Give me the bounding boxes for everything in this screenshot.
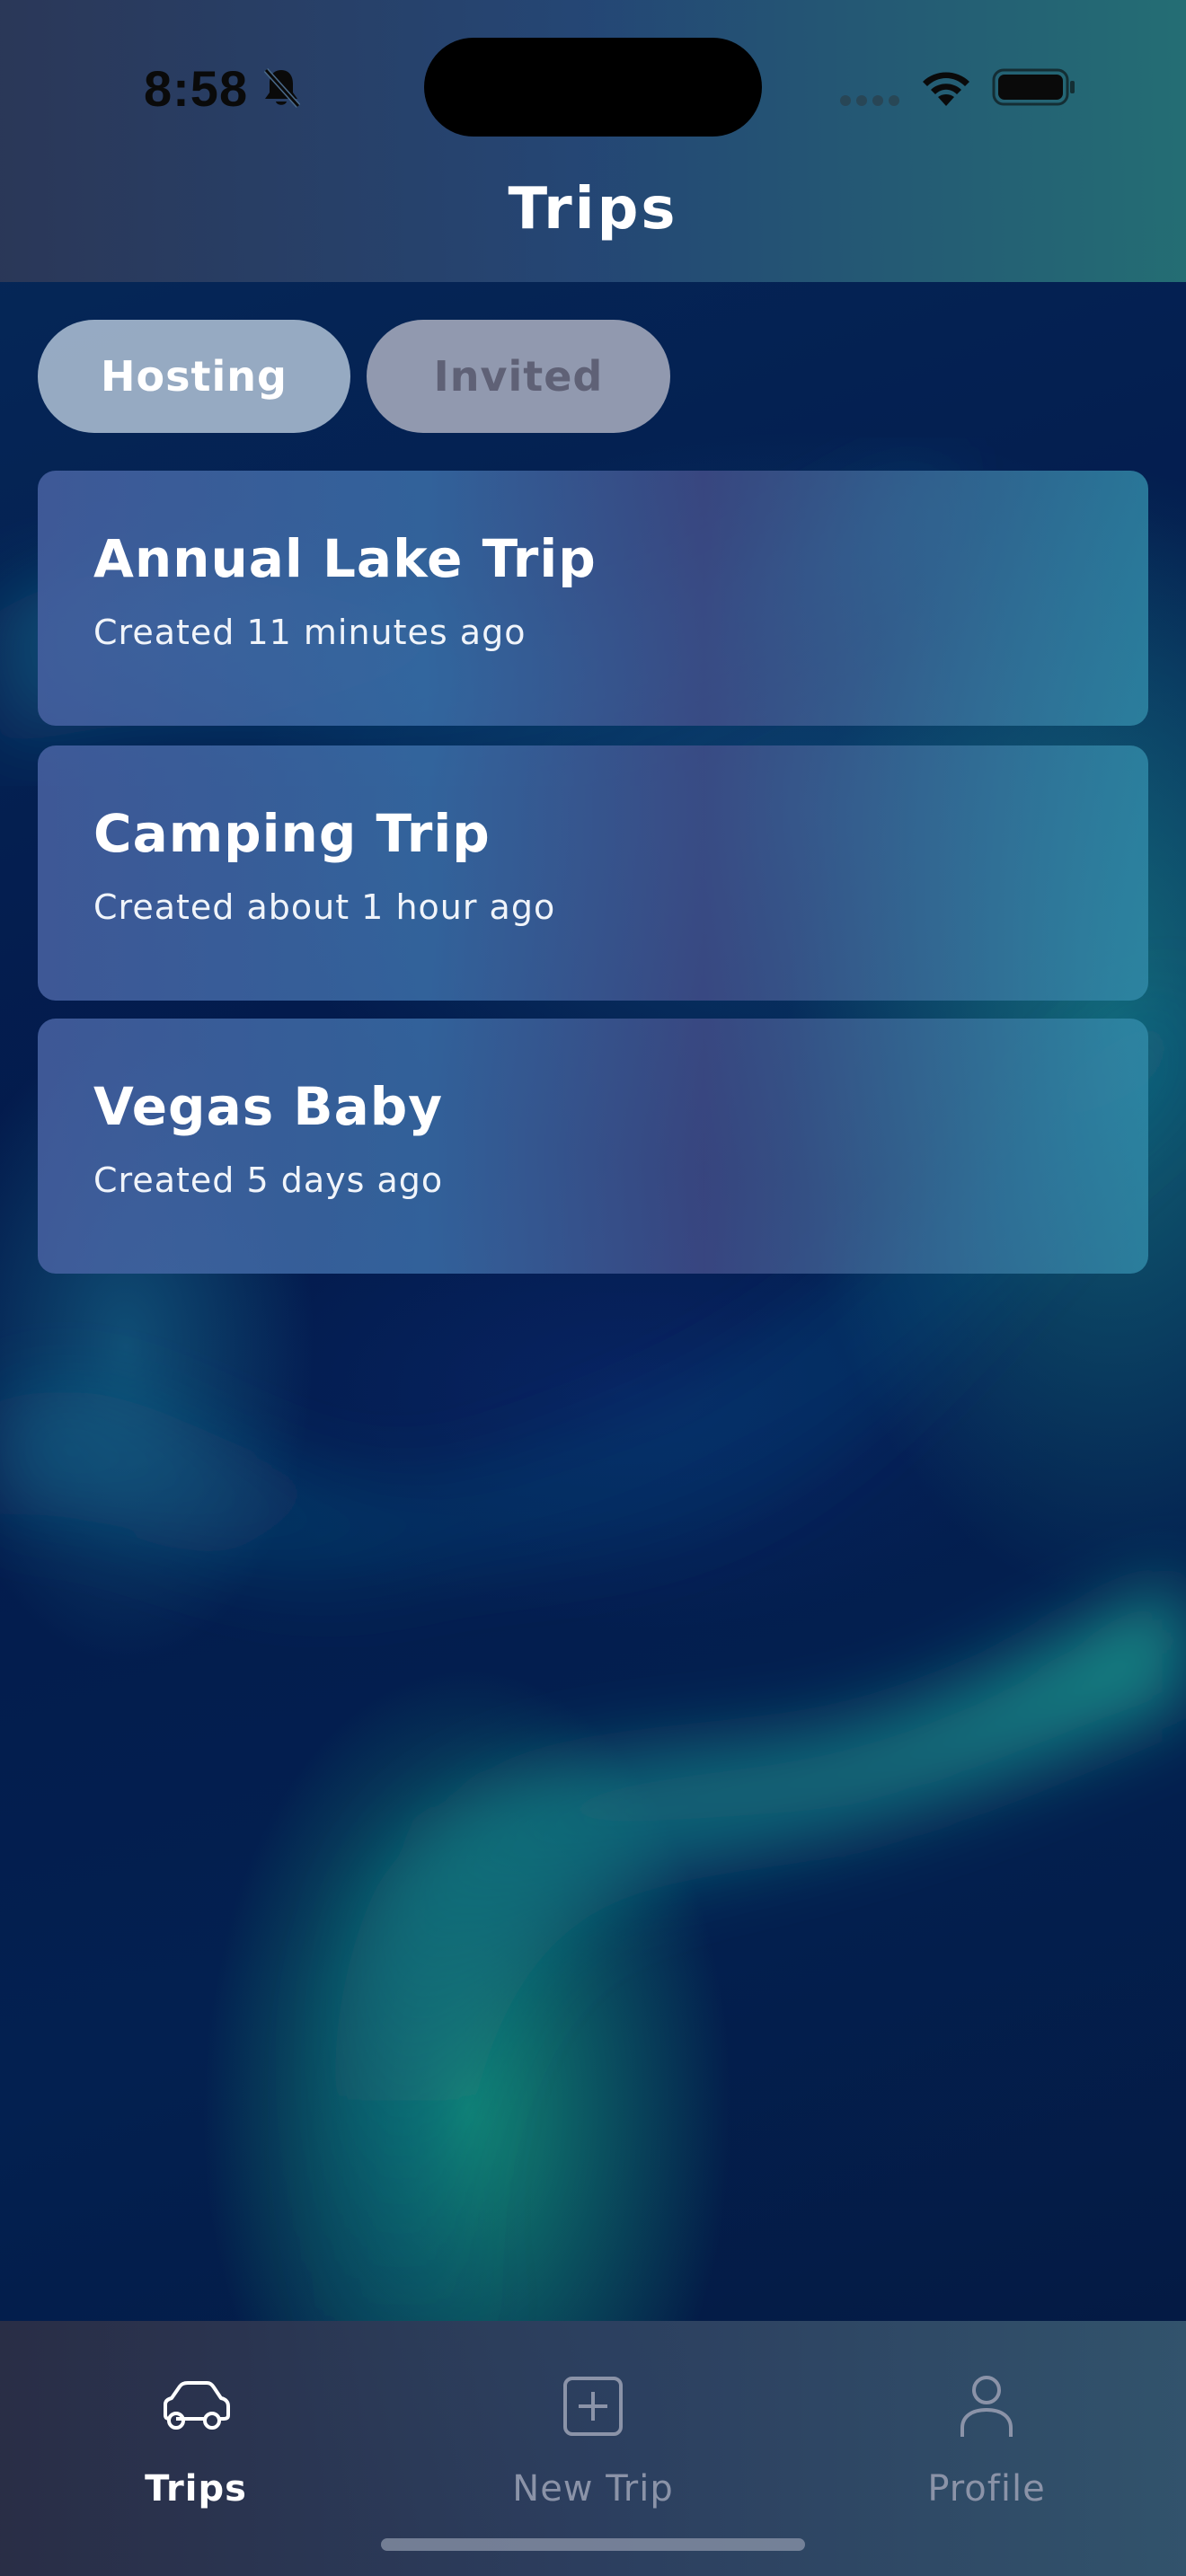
plus-square-icon	[562, 2368, 624, 2445]
home-indicator[interactable]	[381, 2538, 805, 2551]
signal-icon	[839, 93, 902, 110]
status-time: 8:58	[144, 60, 249, 117]
tab-profile-label: Profile	[927, 2468, 1046, 2510]
dynamic-island	[424, 38, 762, 137]
tab-trips-label: Trips	[145, 2468, 247, 2510]
wifi-icon	[918, 66, 974, 111]
car-icon	[160, 2368, 232, 2445]
segment-invited[interactable]: Invited	[367, 320, 670, 433]
trip-created: Created about 1 hour ago	[93, 887, 556, 927]
trip-card[interactable]: Annual Lake Trip Created 11 minutes ago	[38, 471, 1148, 726]
trip-created: Created 11 minutes ago	[93, 613, 527, 652]
bell-muted-icon	[261, 66, 302, 113]
trip-card[interactable]: Camping Trip Created about 1 hour ago	[38, 745, 1148, 1001]
segment-hosting[interactable]: Hosting	[38, 320, 350, 433]
person-icon	[959, 2368, 1014, 2445]
trip-name: Annual Lake Trip	[93, 528, 597, 589]
trip-name: Vegas Baby	[93, 1076, 444, 1137]
header-bar: 8:58 Trips	[0, 0, 1186, 282]
bottom-tab-bar: Trips New Trip Profile	[0, 2321, 1186, 2576]
trip-card[interactable]: Vegas Baby Created 5 days ago	[38, 1019, 1148, 1274]
trip-name: Camping Trip	[93, 803, 491, 864]
battery-icon	[992, 68, 1076, 110]
tab-profile[interactable]: Profile	[852, 2368, 1121, 2511]
page-title: Trips	[508, 176, 678, 243]
trip-created: Created 5 days ago	[93, 1160, 444, 1200]
tab-new-trip[interactable]: New Trip	[458, 2368, 728, 2511]
tab-new-trip-label: New Trip	[512, 2468, 674, 2510]
tab-trips[interactable]: Trips	[61, 2368, 331, 2511]
